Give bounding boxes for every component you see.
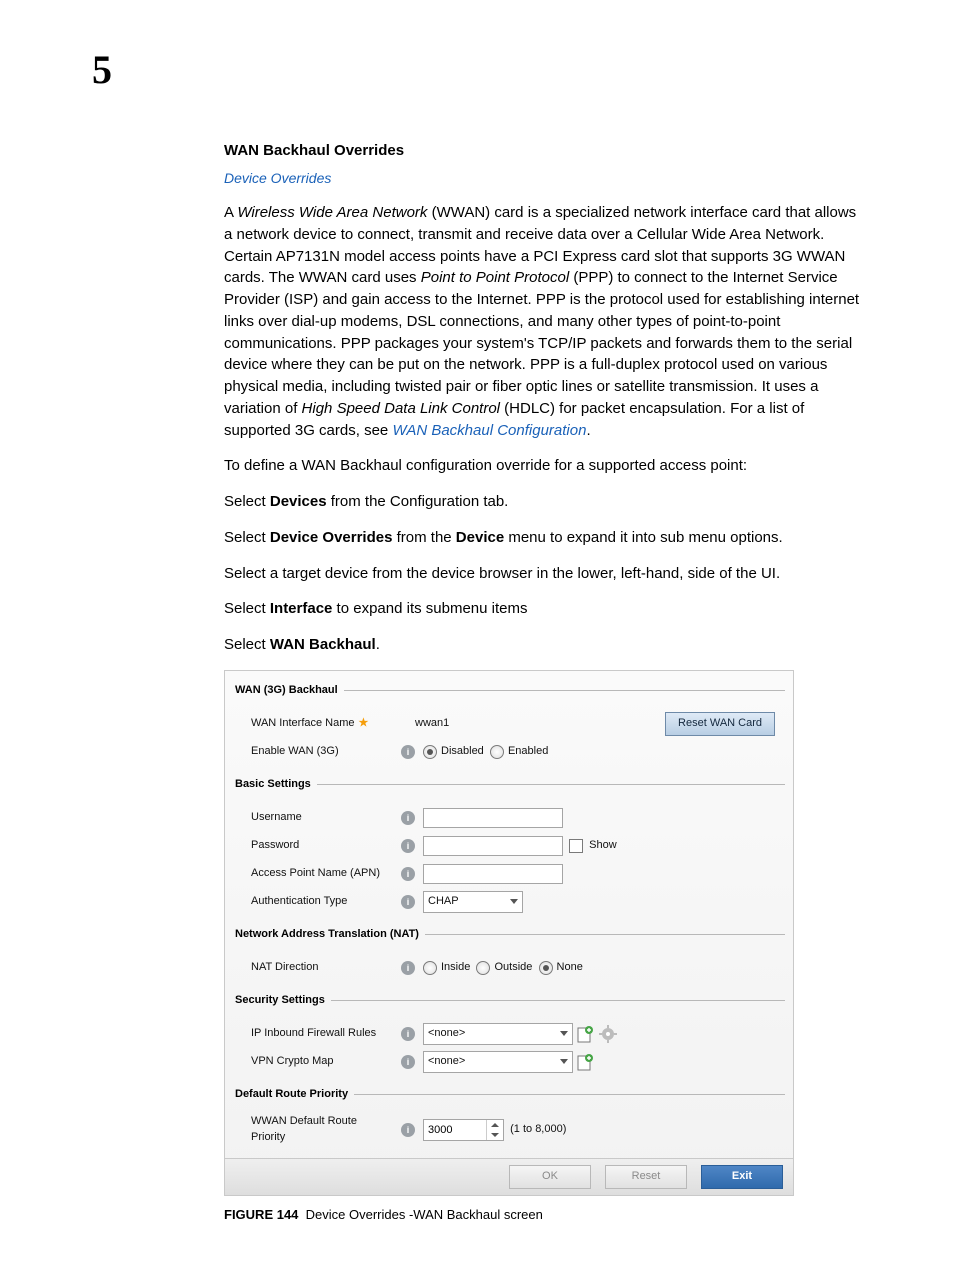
- reset-button[interactable]: Reset: [605, 1165, 687, 1189]
- info-icon[interactable]: i: [401, 745, 415, 759]
- auth-type-label: Authentication Type: [233, 894, 393, 910]
- chevron-down-icon: [560, 1031, 568, 1036]
- add-rule-icon[interactable]: [577, 1025, 595, 1043]
- nat-direction-label: NAT Direction: [233, 960, 393, 976]
- group-security: Security Settings IP Inbound Firewall Ru…: [233, 993, 785, 1077]
- nat-outside-radio[interactable]: [476, 961, 490, 975]
- apn-input[interactable]: [423, 864, 563, 884]
- drp-input[interactable]: [424, 1120, 486, 1140]
- password-input[interactable]: [423, 836, 563, 856]
- breadcrumb[interactable]: Device Overrides: [224, 168, 862, 188]
- info-icon[interactable]: i: [401, 1027, 415, 1041]
- wan-backhaul-panel: WAN (3G) Backhaul WAN Interface Name★ ww…: [224, 670, 794, 1197]
- firewall-rules-label: IP Inbound Firewall Rules: [233, 1026, 393, 1042]
- spinner-up-icon[interactable]: [487, 1120, 503, 1130]
- legend-nat: Network Address Translation (NAT): [233, 927, 425, 943]
- info-icon[interactable]: i: [401, 811, 415, 825]
- vpn-crypto-label: VPN Crypto Map: [233, 1054, 393, 1070]
- chapter-number: 5: [92, 50, 112, 90]
- panel-footer: OK Reset Exit: [225, 1158, 793, 1195]
- manage-rule-icon[interactable]: [599, 1025, 617, 1043]
- show-password-checkbox[interactable]: [569, 839, 583, 853]
- group-nat: Network Address Translation (NAT) NAT Di…: [233, 927, 785, 983]
- legend-basic: Basic Settings: [233, 777, 317, 793]
- nat-none-radio[interactable]: [539, 961, 553, 975]
- info-icon[interactable]: i: [401, 961, 415, 975]
- firewall-rules-select[interactable]: <none>: [423, 1023, 573, 1045]
- step-4: Select Interface to expand its submenu i…: [224, 598, 862, 620]
- enable-wan-label: Enable WAN (3G): [233, 744, 393, 760]
- nat-inside-radio[interactable]: [423, 961, 437, 975]
- paragraph-intro: A Wireless Wide Area Network (WWAN) card…: [224, 202, 862, 441]
- drp-label: WWAN Default Route Priority: [233, 1114, 393, 1146]
- chevron-down-icon: [560, 1059, 568, 1064]
- add-crypto-icon[interactable]: [577, 1053, 595, 1071]
- paragraph-task: To define a WAN Backhaul configuration o…: [224, 455, 862, 477]
- info-icon[interactable]: i: [401, 1123, 415, 1137]
- step-5: Select WAN Backhaul.: [224, 634, 862, 656]
- figure-caption: FIGURE 144 Device Overrides -WAN Backhau…: [224, 1206, 862, 1225]
- username-input[interactable]: [423, 808, 563, 828]
- info-icon[interactable]: i: [401, 895, 415, 909]
- required-star-icon: ★: [359, 717, 369, 729]
- wan-iface-label: WAN Interface Name★: [233, 716, 393, 732]
- chevron-down-icon: [510, 899, 518, 904]
- auth-type-select[interactable]: CHAP: [423, 891, 523, 913]
- info-icon[interactable]: i: [401, 839, 415, 853]
- wan-iface-value: wwan1: [415, 716, 449, 732]
- group-basic-settings: Basic Settings Username i Password i Sho…: [233, 777, 785, 917]
- legend-security: Security Settings: [233, 993, 331, 1009]
- group-default-route: Default Route Priority WWAN Default Rout…: [233, 1087, 785, 1149]
- username-label: Username: [233, 810, 393, 826]
- step-3: Select a target device from the device b…: [224, 563, 862, 585]
- info-icon[interactable]: i: [401, 1055, 415, 1069]
- legend-wan-3g: WAN (3G) Backhaul: [233, 683, 344, 699]
- group-wan-3g-backhaul: WAN (3G) Backhaul WAN Interface Name★ ww…: [233, 683, 785, 767]
- drp-spinner[interactable]: [423, 1119, 504, 1141]
- enable-wan-disabled-radio[interactable]: [423, 745, 437, 759]
- legend-drp: Default Route Priority: [233, 1087, 354, 1103]
- spinner-down-icon[interactable]: [487, 1130, 503, 1140]
- vpn-crypto-select[interactable]: <none>: [423, 1051, 573, 1073]
- enable-wan-enabled-radio[interactable]: [490, 745, 504, 759]
- drp-hint: (1 to 8,000): [510, 1122, 566, 1138]
- step-1: Select Devices from the Configuration ta…: [224, 491, 862, 513]
- password-label: Password: [233, 838, 393, 854]
- wan-backhaul-config-link[interactable]: WAN Backhaul Configuration: [392, 422, 586, 439]
- section-heading: WAN Backhaul Overrides: [224, 140, 862, 162]
- apn-label: Access Point Name (APN): [233, 866, 393, 882]
- step-2: Select Device Overrides from the Device …: [224, 527, 862, 549]
- info-icon[interactable]: i: [401, 867, 415, 881]
- reset-wan-card-button[interactable]: Reset WAN Card: [665, 712, 775, 736]
- ok-button[interactable]: OK: [509, 1165, 591, 1189]
- exit-button[interactable]: Exit: [701, 1165, 783, 1189]
